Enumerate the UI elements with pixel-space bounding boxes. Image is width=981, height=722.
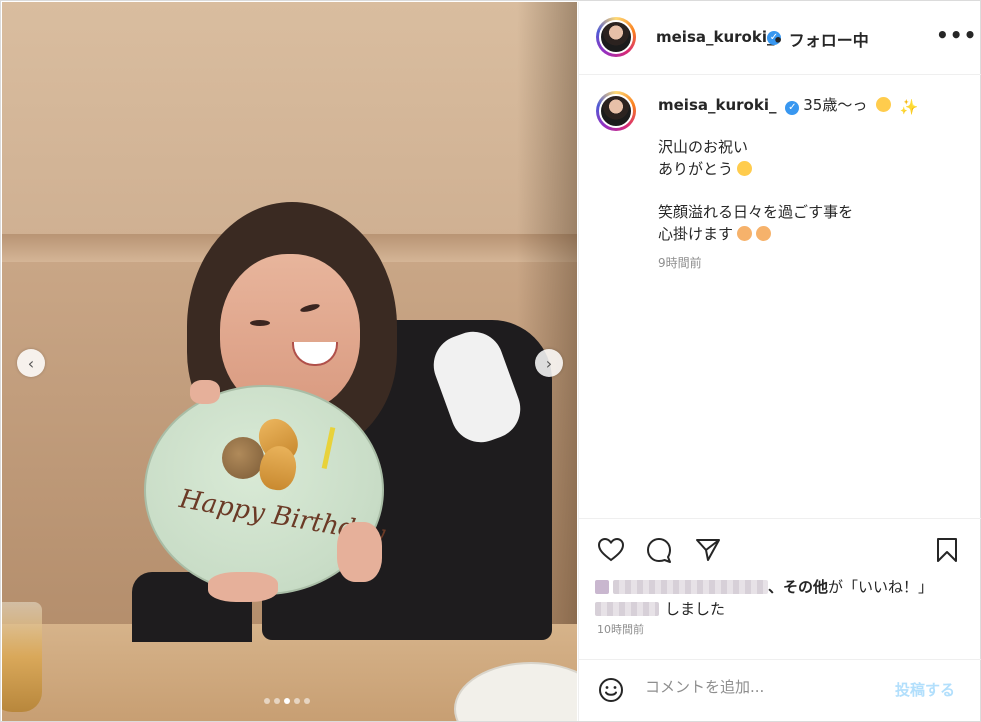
carousel-indicator — [264, 698, 310, 704]
previous-photo-button[interactable]: ‹ — [17, 349, 45, 377]
comment-button[interactable] — [645, 536, 673, 564]
chevron-right-icon: › — [545, 353, 553, 373]
photo-eye-left — [250, 320, 270, 326]
comment-input[interactable] — [643, 677, 877, 697]
caption-author-username[interactable]: meisa_kuroki_ — [658, 96, 776, 114]
likes-summary: 、その他が「いいね！」 — [595, 576, 933, 597]
caption-author-avatar[interactable] — [596, 91, 636, 131]
smiley-icon — [599, 678, 623, 702]
photo-glass — [2, 602, 42, 712]
caption-line-with-emoji: 心掛けます — [658, 224, 772, 245]
emoji-picker-button[interactable] — [597, 676, 625, 704]
likes-suffix: が「いいね！」 — [828, 578, 934, 596]
likes-others-link[interactable]: 、その他 — [768, 578, 828, 596]
caption-line: ありがとう — [658, 160, 734, 178]
caption-timestamp: 9時間前 — [658, 256, 702, 270]
instagram-post-window: Happy Birthday ‹ › meisa_kuroki_ ✓ • フォロ… — [0, 0, 981, 722]
comment-bubble-icon — [647, 538, 671, 563]
smiling-face-emoji-icon — [737, 161, 753, 176]
carousel-dot — [274, 698, 280, 704]
caption-line: 心掛けます — [658, 225, 734, 243]
more-options-icon[interactable]: ••• — [936, 23, 977, 47]
liker-username-blurred[interactable] — [595, 602, 659, 616]
cake-emoji-icon — [876, 97, 892, 112]
photo-hand-right — [337, 522, 382, 582]
paper-plane-icon — [696, 539, 720, 561]
post-header: meisa_kuroki_ ✓ • フォロー中 ••• — [579, 2, 981, 75]
carousel-dot-active — [284, 698, 290, 704]
carousel-dot — [304, 698, 310, 704]
face-emoji-icon — [756, 226, 772, 241]
photo-hand-left — [208, 572, 278, 602]
follow-status[interactable]: • フォロー中 — [773, 27, 869, 51]
like-button[interactable] — [597, 536, 625, 564]
caption-title: 35歳〜っ — [803, 96, 868, 114]
author-username[interactable]: meisa_kuroki_ — [656, 28, 774, 46]
share-button[interactable] — [694, 536, 722, 564]
liker-avatar[interactable] — [595, 580, 609, 594]
carousel-dot — [264, 698, 270, 704]
post-side-panel: meisa_kuroki_ ✓ • フォロー中 ••• meisa_kuroki… — [578, 2, 981, 721]
chevron-left-icon: ‹ — [27, 353, 35, 373]
photo-fingers — [190, 380, 220, 404]
photo-cookie — [222, 437, 264, 479]
caption-line: 笑顔溢れる日々を過ごす事を — [658, 203, 854, 221]
heart-outline-icon — [598, 538, 624, 562]
caption-line-with-emoji: ありがとう — [658, 159, 753, 180]
next-photo-button[interactable]: › — [535, 349, 563, 377]
post-comment-button[interactable]: 投稿する — [895, 679, 955, 700]
caption-line: 沢山のお祝い — [658, 138, 749, 156]
bookmark-icon — [937, 538, 957, 562]
face-emoji-icon — [737, 226, 753, 241]
save-button[interactable] — [933, 536, 961, 564]
author-avatar[interactable] — [596, 17, 636, 57]
post-timestamp[interactable]: 10時間前 — [597, 621, 644, 637]
likes-suffix-2: しました — [665, 600, 726, 618]
likes-summary-line2: しました — [595, 598, 725, 619]
post-photo[interactable]: Happy Birthday ‹ › — [2, 2, 577, 721]
sparkles-emoji-icon: ✨ — [899, 98, 919, 116]
verified-badge-icon: ✓ — [785, 101, 800, 115]
carousel-dot — [294, 698, 300, 704]
liker-username-blurred[interactable] — [613, 580, 768, 594]
caption-first-line: meisa_kuroki_ ✓ 35歳〜っ ✨ — [658, 95, 919, 118]
